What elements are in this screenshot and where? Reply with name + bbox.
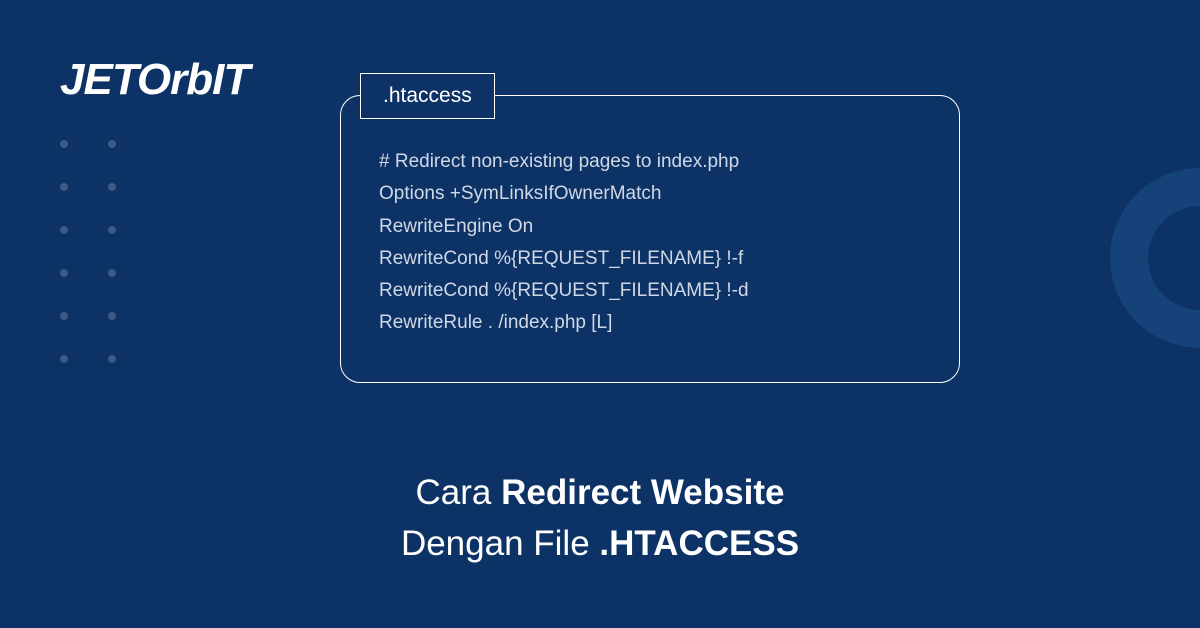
code-line: RewriteCond %{REQUEST_FILENAME} !-d xyxy=(379,275,921,307)
title-text-bold: .HTACCESS xyxy=(599,524,799,563)
code-block-container: .htaccess # Redirect non-existing pages … xyxy=(340,95,960,383)
article-title: Cara Redirect Website Dengan File .HTACC… xyxy=(0,468,1200,570)
dot xyxy=(60,269,68,277)
title-line-1: Cara Redirect Website xyxy=(0,468,1200,519)
code-line: RewriteCond %{REQUEST_FILENAME} !-f xyxy=(379,243,921,275)
dot xyxy=(60,226,68,234)
dot xyxy=(60,140,68,148)
dot xyxy=(60,312,68,320)
decorative-ring xyxy=(1110,168,1200,348)
code-line: RewriteEngine On xyxy=(379,211,921,243)
dot xyxy=(108,183,116,191)
title-line-2: Dengan File .HTACCESS xyxy=(0,519,1200,570)
code-line: # Redirect non-existing pages to index.p… xyxy=(379,146,921,178)
code-block: # Redirect non-existing pages to index.p… xyxy=(340,95,960,383)
code-block-label: .htaccess xyxy=(360,73,495,119)
dot xyxy=(60,355,68,363)
dot xyxy=(108,226,116,234)
title-text-light: Dengan File xyxy=(401,524,599,563)
brand-logo: JETOrbIT xyxy=(60,55,249,105)
decorative-dots xyxy=(60,140,116,363)
dot xyxy=(108,140,116,148)
logo-text: JETOrbIT xyxy=(60,55,249,105)
dot xyxy=(108,269,116,277)
title-text-light: Cara xyxy=(416,473,502,512)
title-text-bold: Redirect Website xyxy=(501,473,784,512)
dot xyxy=(60,183,68,191)
dot xyxy=(108,312,116,320)
code-line: Options +SymLinksIfOwnerMatch xyxy=(379,178,921,210)
code-line: RewriteRule . /index.php [L] xyxy=(379,307,921,339)
dot xyxy=(108,355,116,363)
